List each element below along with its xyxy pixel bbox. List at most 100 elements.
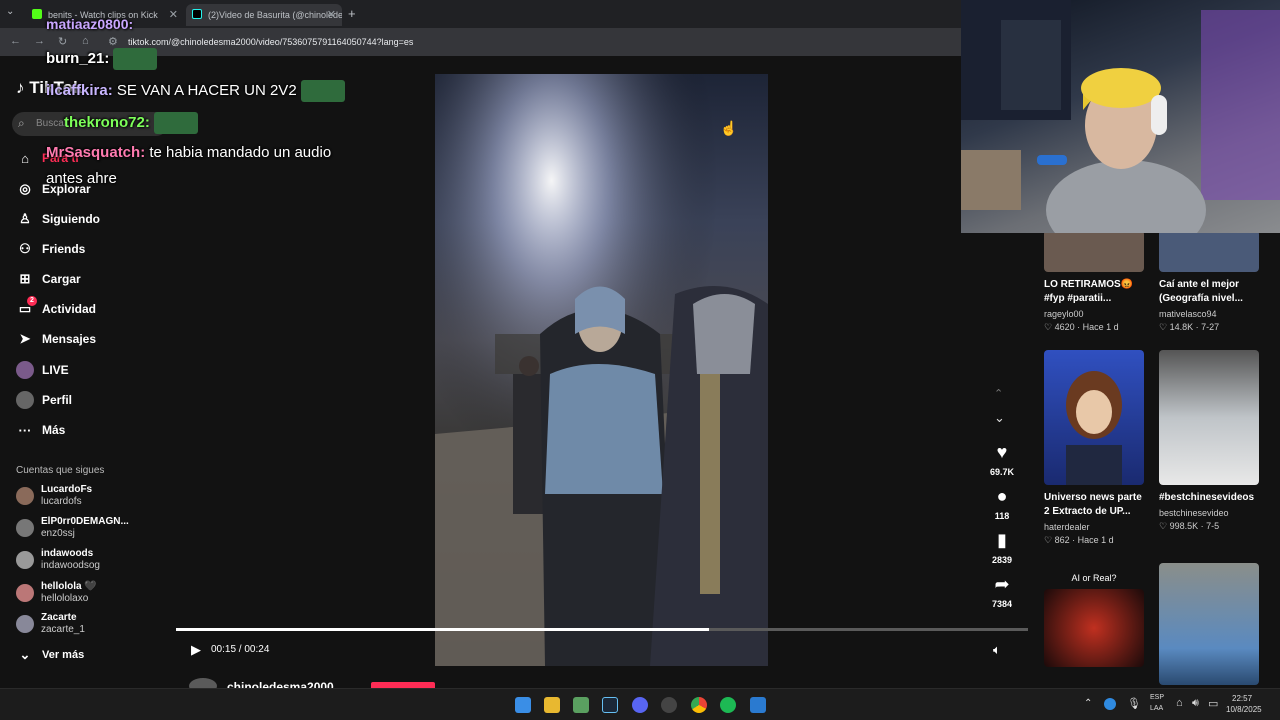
battery-icon[interactable]: ▭ xyxy=(1208,697,1218,710)
nav-item-siguiendo[interactable]: ♙ Siguiendo xyxy=(16,208,100,230)
prev-video-chevron-icon[interactable]: ⌃ xyxy=(994,387,1003,400)
nav-label: Más xyxy=(42,423,66,437)
home-icon[interactable]: ⌂ xyxy=(82,35,89,47)
video-player[interactable] xyxy=(435,74,768,666)
nav-item-mas[interactable]: ··· Más xyxy=(16,419,66,441)
following-handle: lucardofs xyxy=(41,496,82,507)
card-author: bestchinesevideo xyxy=(1159,508,1229,518)
following-name: hellolola 🖤 xyxy=(41,581,97,592)
chat-username: matiaaz0800: xyxy=(46,16,134,32)
tab-tiktok[interactable]: (2)Video de Basurita (@chinoledesma2000)… xyxy=(186,4,342,26)
see-more-button[interactable]: ⌄ Ver más xyxy=(16,644,85,666)
discord-icon[interactable] xyxy=(632,697,648,713)
obs-icon[interactable] xyxy=(661,697,677,713)
chat-message: MrSasquatch: te habia mandado un audio xyxy=(46,144,331,161)
language-indicator[interactable]: ESP xyxy=(1150,694,1164,701)
following-name: LucardoFs xyxy=(41,484,93,495)
avatar xyxy=(16,487,34,505)
network-icon[interactable]: ⌂ xyxy=(1176,697,1183,709)
app-icon[interactable] xyxy=(573,697,589,713)
nav-label: Siguiendo xyxy=(42,212,100,226)
recommended-card[interactable]: Caí ante el mejor (Geografía nivel... ma… xyxy=(1159,230,1259,333)
card-author: rageylo00 xyxy=(1044,309,1084,319)
chrome-icon[interactable] xyxy=(691,697,707,713)
recommended-card[interactable] xyxy=(1159,563,1259,685)
forward-icon[interactable]: → xyxy=(34,35,45,47)
video-thumbnail xyxy=(1159,350,1259,485)
comment-button[interactable]: ● 118 xyxy=(980,486,1024,521)
tab-search-icon[interactable]: ⌄ xyxy=(6,6,14,17)
video-thumbnail xyxy=(1159,230,1259,272)
site-info-icon[interactable]: ⚙ xyxy=(108,35,118,48)
tab-title: (2)Video de Basurita (@chinoledesma2000) xyxy=(208,10,342,20)
nav-item-live[interactable]: LIVE xyxy=(16,359,69,381)
chevron-down-icon: ⌄ xyxy=(19,647,31,662)
chat-emote xyxy=(300,80,345,102)
nav-item-perfil[interactable]: Perfil xyxy=(16,389,72,411)
start-icon[interactable] xyxy=(515,697,531,713)
close-icon[interactable]: ✕ xyxy=(327,8,336,21)
nav-label: Perfil xyxy=(42,393,73,407)
browser-tab-bar: benits - Watch clips on Kick ✕ (2)Video … xyxy=(0,0,961,28)
share-icon: ➦ xyxy=(994,574,1010,594)
back-icon[interactable]: ← xyxy=(10,35,21,47)
nav-item-actividad[interactable]: ▭ Actividad 2 xyxy=(16,296,97,320)
clock-time[interactable]: 22:57 xyxy=(1232,694,1252,703)
messages-icon: ➤ xyxy=(19,331,31,346)
card-stats: ♡ 14.8K · 7-27 xyxy=(1159,322,1220,332)
comment-icon: ● xyxy=(996,486,1008,506)
share-button[interactable]: ➦ 7384 xyxy=(980,574,1024,609)
avatar xyxy=(16,615,34,633)
tray-chevron-icon[interactable]: ⌃ xyxy=(1084,698,1092,709)
file-explorer-icon[interactable] xyxy=(544,697,560,713)
nav-item-cargar[interactable]: ⊞ Cargar xyxy=(16,268,81,290)
chat-text: te habia mandado un audio xyxy=(145,144,332,161)
notification-badge: 2 xyxy=(27,296,37,306)
video-thumbnail xyxy=(1044,350,1144,485)
steam-icon[interactable] xyxy=(602,697,618,713)
close-icon[interactable]: ✕ xyxy=(169,8,178,21)
next-video-chevron-icon[interactable]: ⌄ xyxy=(994,410,1005,426)
following-handle: enz0ssj xyxy=(41,528,75,539)
home-icon: ⌂ xyxy=(21,150,29,166)
nav-item-mensajes[interactable]: ➤ Mensajes xyxy=(16,328,96,350)
like-button[interactable]: ♥ 69.7K xyxy=(980,442,1024,477)
heart-icon: ♥ xyxy=(996,442,1008,462)
recommended-card[interactable]: Universo news parte 2 Extracto de UP... … xyxy=(1044,350,1144,546)
chat-message: antes ahre xyxy=(46,170,117,187)
following-header: Cuentas que sigues xyxy=(16,465,105,476)
tray-app-icon[interactable] xyxy=(1104,698,1116,710)
chat-emote xyxy=(113,48,158,70)
volume-icon[interactable]: 🔊︎ xyxy=(1192,697,1199,710)
chat-emote xyxy=(153,112,198,134)
share-count: 7384 xyxy=(991,599,1013,609)
chat-text: antes ahre xyxy=(46,170,117,187)
tiktok-logo-icon: ♪ xyxy=(16,78,25,97)
search-placeholder: Buscar xyxy=(36,118,68,129)
new-tab-button[interactable]: + xyxy=(348,6,356,21)
upload-icon: ⊞ xyxy=(19,271,31,286)
microphone-icon[interactable]: 🎙︎ xyxy=(1127,697,1141,710)
recommended-card[interactable]: #bestchinesevideos bestchinesevideo ♡ 99… xyxy=(1159,350,1259,532)
following-handle: indawoodsog xyxy=(41,560,100,571)
recommended-card[interactable]: AI or Real? xyxy=(1044,563,1144,667)
friends-icon: ⚇ xyxy=(19,241,31,256)
profile-avatar-icon xyxy=(16,391,34,409)
recommended-card[interactable]: LO RETIRAMOS😡 #fyp #paratii... rageylo00… xyxy=(1044,230,1144,333)
video-progress-fill xyxy=(176,628,709,631)
play-icon[interactable]: ▶ xyxy=(191,642,201,658)
nav-label: Friends xyxy=(42,242,86,256)
url-text[interactable]: tiktok.com/@chinoledesma2000/video/75360… xyxy=(128,37,413,47)
app-icon[interactable] xyxy=(750,697,766,713)
like-count: 69.7K xyxy=(989,467,1015,477)
mouse-cursor-icon: ☝ xyxy=(720,120,738,136)
spotify-icon[interactable] xyxy=(720,697,736,713)
nav-item-friends[interactable]: ⚇ Friends xyxy=(16,238,85,260)
nav-label: Actividad xyxy=(42,302,97,316)
save-button[interactable]: ▮ 2839 xyxy=(980,530,1024,565)
reload-icon[interactable]: ↻ xyxy=(58,35,67,48)
volume-icon[interactable]: 🔈︎ xyxy=(993,642,1001,658)
following-name: Zacarte xyxy=(41,612,77,623)
chat-username: MrSasquatch: xyxy=(46,144,146,161)
card-author: haterdealer xyxy=(1044,522,1090,532)
